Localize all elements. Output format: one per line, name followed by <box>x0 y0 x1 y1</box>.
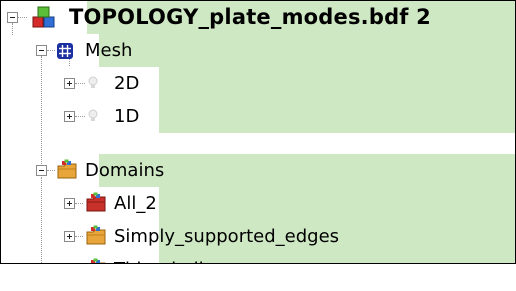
selection-highlight <box>159 187 515 220</box>
tree-connector <box>47 50 55 51</box>
selection-highlight <box>99 34 515 67</box>
tree-item-root[interactable]: TOPOLOGY_plate_modes.bdf 2 <box>1 1 515 34</box>
expand-icon[interactable] <box>64 198 75 209</box>
model-browser-tree: TOPOLOGY_plate_modes.bdf 2 Mesh 2D 1D Do… <box>0 0 516 264</box>
tree-item-label: 1D <box>114 106 140 127</box>
domains-folder-icon <box>57 159 77 179</box>
model-blocks-icon <box>32 6 55 28</box>
tree-connector <box>75 236 83 237</box>
mesh-grid-icon <box>57 43 73 59</box>
collapse-icon[interactable] <box>36 165 47 176</box>
tree-connector <box>18 17 27 18</box>
collapse-icon[interactable] <box>36 45 47 56</box>
tree-connector <box>75 116 85 117</box>
tree-connector <box>75 83 85 84</box>
tree-item-domains[interactable]: Domains <box>1 154 515 187</box>
bulb-icon <box>88 76 98 88</box>
domain-folder-icon <box>86 225 106 245</box>
tree-item-thin-shell[interactable]: Thin_shell <box>1 253 515 263</box>
tree-item-label: TOPOLOGY_plate_modes.bdf 2 <box>69 5 431 29</box>
tree-item-mesh-2d[interactable]: 2D <box>1 67 515 100</box>
selection-highlight <box>159 253 515 263</box>
tree-item-label: Domains <box>85 160 165 181</box>
tree-item-label: Mesh <box>85 40 133 61</box>
expand-icon[interactable] <box>64 231 75 242</box>
expand-icon[interactable] <box>64 78 75 89</box>
collapse-icon[interactable] <box>7 12 18 23</box>
tree-item-simply-supported-edges[interactable]: Simply_supported_edges <box>1 220 515 253</box>
tree-item-all-2[interactable]: All_2 <box>1 187 515 220</box>
domain-folder-red-icon <box>86 192 106 212</box>
tree-item-label: Simply_supported_edges <box>114 226 340 247</box>
tree-item-label: Thin_shell <box>114 253 204 263</box>
tree-item-label: All_2 <box>114 193 157 214</box>
tree-connector <box>75 203 83 204</box>
tree-item-mesh[interactable]: Mesh <box>1 34 515 67</box>
selection-highlight <box>159 100 515 133</box>
tree-connector <box>47 170 55 171</box>
tree-item-mesh-1d[interactable]: 1D <box>1 100 515 133</box>
domain-folder-icon <box>91 258 106 263</box>
selection-highlight <box>159 67 515 100</box>
bulb-icon <box>88 109 98 121</box>
expand-icon[interactable] <box>64 111 75 122</box>
tree-item-label: 2D <box>114 73 140 94</box>
